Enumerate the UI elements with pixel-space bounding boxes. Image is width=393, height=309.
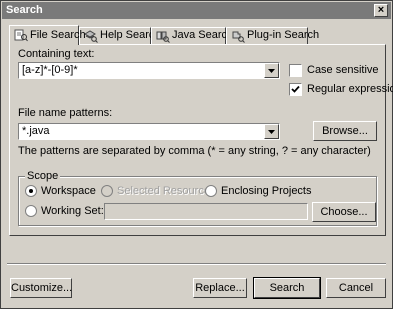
window-title: Search [6, 4, 43, 16]
scope-group: Scope Workspace Selected Resources Enclo… [18, 170, 377, 226]
close-button[interactable]: × [374, 4, 388, 17]
tab-plugin-search[interactable]: Plug-in Search [226, 27, 319, 44]
working-set-radio[interactable] [25, 205, 37, 217]
workspace-label: Workspace [41, 185, 96, 197]
tab-label: File Search [30, 29, 86, 41]
browse-button[interactable]: Browse... [313, 121, 377, 141]
checkmark-icon [291, 85, 300, 93]
search-button[interactable]: Search [253, 277, 321, 299]
file-search-icon [14, 29, 28, 42]
choose-button[interactable]: Choose... [312, 202, 376, 222]
patterns-hint: The patterns are separated by comma (* =… [18, 145, 371, 157]
cancel-button[interactable]: Cancel [326, 278, 386, 298]
tab-java-search[interactable]: Java Search [151, 27, 233, 44]
file-name-patterns-dropdown-button[interactable] [264, 124, 279, 139]
enclosing-projects-radio[interactable] [205, 185, 217, 197]
containing-text-label: Containing text: [18, 48, 95, 60]
help-search-icon [84, 30, 98, 43]
regular-expression-checkbox[interactable] [289, 83, 302, 96]
chevron-down-icon [268, 130, 275, 134]
file-name-patterns-value: *.java [22, 125, 50, 137]
file-name-patterns-combo[interactable]: *.java [18, 123, 280, 140]
chevron-down-icon [268, 69, 275, 73]
containing-text-value: [a-z]*-[0-9]* [22, 64, 78, 76]
workspace-radio[interactable] [25, 185, 37, 197]
tab-label: Java Search [172, 29, 234, 41]
containing-text-combo[interactable]: [a-z]*-[0-9]* [18, 62, 280, 79]
search-dialog: Search × File Search Help Search Java Se… [0, 0, 393, 309]
tab-help-search[interactable]: Help Search [79, 27, 161, 44]
enclosing-projects-label: Enclosing Projects [221, 185, 312, 197]
selected-resources-radio [101, 185, 113, 197]
working-set-field [104, 203, 308, 220]
replace-button[interactable]: Replace... [193, 278, 247, 298]
tab-file-search[interactable]: File Search [9, 25, 86, 45]
case-sensitive-checkbox[interactable] [289, 64, 302, 77]
tab-label: Plug-in Search [247, 29, 320, 41]
containing-text-dropdown-button[interactable] [264, 63, 279, 78]
close-icon: × [377, 4, 385, 16]
selected-resources-label: Selected Resources [117, 185, 216, 197]
regular-expression-label: Regular expression [307, 83, 393, 95]
file-search-panel: Containing text: [a-z]*-[0-9]* Case sens… [9, 44, 393, 236]
file-name-patterns-label: File name patterns: [18, 107, 113, 119]
working-set-label: Working Set: [41, 205, 104, 217]
footer-separator [7, 263, 386, 265]
plugin-search-icon [232, 31, 245, 43]
customize-button[interactable]: Customize... [10, 278, 72, 298]
title-bar[interactable]: Search × [2, 2, 391, 19]
case-sensitive-label: Case sensitive [307, 64, 379, 76]
java-search-icon [156, 31, 170, 43]
scope-title: Scope [25, 170, 61, 182]
